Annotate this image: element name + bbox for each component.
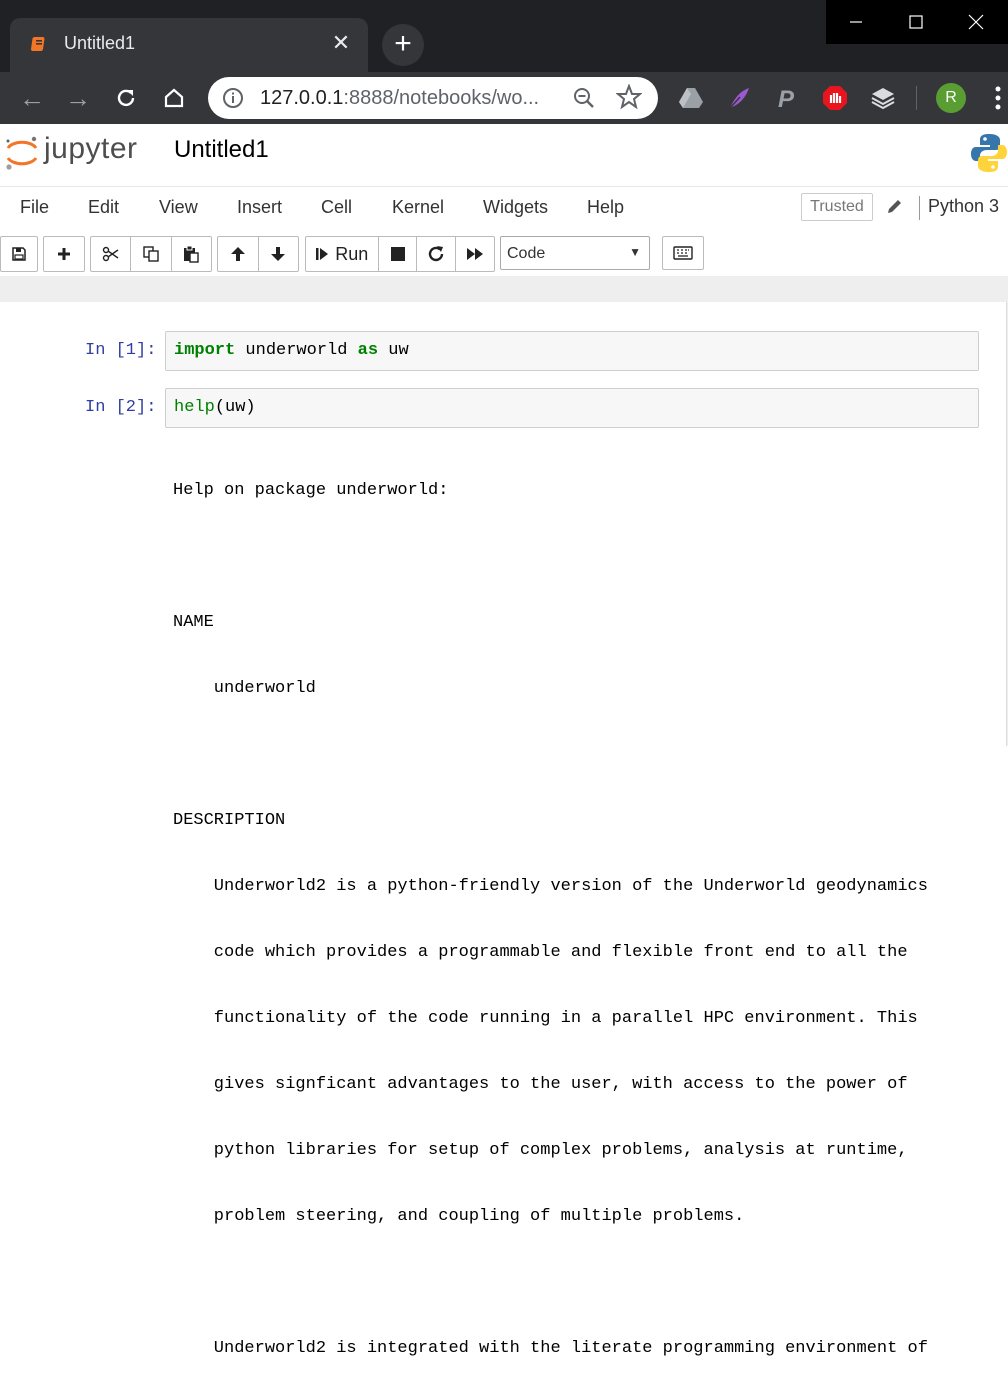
clipboard-group xyxy=(90,236,212,272)
svg-text:P: P xyxy=(778,86,795,111)
cell-1-prompt: In [1]: xyxy=(85,341,157,360)
builtin-help: help xyxy=(174,398,215,417)
layers-extension-icon[interactable] xyxy=(870,85,896,111)
close-tab-icon[interactable]: ✕ xyxy=(328,30,354,56)
save-icon[interactable] xyxy=(1,237,37,271)
code-module: underworld xyxy=(235,341,358,360)
jupyter-logo-icon[interactable] xyxy=(4,134,40,172)
command-palette-button[interactable] xyxy=(662,236,704,270)
move-up-icon[interactable] xyxy=(218,237,259,271)
move-group xyxy=(217,236,299,272)
output-line: gives signficant advantages to the user,… xyxy=(173,1075,908,1094)
cell-2-output: Help on package underworld: NAME underwo… xyxy=(173,436,928,1382)
drive-extension-icon[interactable] xyxy=(678,85,704,111)
menu-file[interactable]: File xyxy=(20,197,49,218)
menu-view[interactable]: View xyxy=(159,197,198,218)
code-args: (uw) xyxy=(214,398,256,417)
url-text: 127.0.0.1:8888/notebooks/wo... xyxy=(260,87,539,110)
new-tab-button[interactable]: + xyxy=(382,24,424,66)
run-group: Run xyxy=(305,236,495,272)
forward-arrow-icon[interactable]: → xyxy=(62,82,94,114)
run-button[interactable]: Run xyxy=(306,237,379,271)
cell-type-select[interactable]: Code ▼ xyxy=(500,236,650,270)
jupyter-logo-text: jupyter xyxy=(44,132,138,165)
keyword-import: import xyxy=(174,341,236,360)
toolbar-separator xyxy=(916,86,917,110)
close-window-icon[interactable] xyxy=(946,0,1006,44)
profile-avatar[interactable]: R xyxy=(936,83,966,113)
reload-icon[interactable] xyxy=(110,82,142,114)
fast-forward-icon[interactable] xyxy=(456,237,494,271)
output-line: DESCRIPTION xyxy=(173,811,286,830)
info-icon[interactable] xyxy=(222,87,244,109)
code-cell-2-source: help(uw) xyxy=(174,398,256,417)
output-line: Underworld2 is integrated with the liter… xyxy=(173,1339,928,1358)
p-extension-icon[interactable]: P xyxy=(774,85,800,111)
browser-tab[interactable]: Untitled1 ✕ xyxy=(10,18,368,72)
zoom-icon[interactable] xyxy=(572,86,596,110)
browser-toolbar: ← → 127.0.0.1:8888/notebooks/wo... P R xyxy=(0,72,1008,124)
keyword-as: as xyxy=(357,341,379,360)
home-icon[interactable] xyxy=(158,82,190,114)
browser-tab-strip: Untitled1 ✕ + xyxy=(0,0,1008,72)
menu-widgets[interactable]: Widgets xyxy=(483,197,548,218)
output-line: code which provides a programmable and f… xyxy=(173,943,908,962)
kernel-indicator: Python 3 xyxy=(919,196,999,220)
code-cell-2[interactable]: help(uw) xyxy=(165,388,979,428)
output-line: underworld xyxy=(173,679,316,698)
bookmark-star-icon[interactable] xyxy=(616,84,642,110)
minimize-icon[interactable] xyxy=(826,0,886,44)
cut-icon[interactable] xyxy=(91,237,132,271)
url-host: 127.0.0.1 xyxy=(260,87,344,109)
code-cell-1[interactable]: import underworld as uw xyxy=(165,331,979,371)
jupyter-header: jupyter Untitled1 xyxy=(0,124,1008,187)
back-arrow-icon[interactable]: ← xyxy=(16,82,48,114)
output-line: Help on package underworld: xyxy=(173,481,449,500)
move-down-icon[interactable] xyxy=(259,237,299,271)
save-group xyxy=(0,236,38,272)
paste-icon[interactable] xyxy=(172,237,211,271)
output-line: python libraries for setup of complex pr… xyxy=(173,1141,908,1160)
output-line: problem steering, and coupling of multip… xyxy=(173,1207,745,1226)
output-line: functionality of the code running in a p… xyxy=(173,1009,918,1028)
notebook-favicon-icon xyxy=(31,37,45,51)
more-menu-icon[interactable] xyxy=(994,84,1002,112)
copy-icon[interactable] xyxy=(131,237,172,271)
keyboard-icon xyxy=(673,246,693,260)
window-controls xyxy=(826,0,1008,44)
menu-help[interactable]: Help xyxy=(587,197,624,218)
stop-icon[interactable] xyxy=(379,237,418,271)
code-alias: uw xyxy=(378,341,409,360)
cell-type-value: Code xyxy=(507,245,546,262)
restart-icon[interactable] xyxy=(417,237,457,271)
code-cell-1-source: import underworld as uw xyxy=(174,341,409,360)
output-line: Underworld2 is a python-friendly version… xyxy=(173,877,928,896)
url-path: :8888/notebooks/wo... xyxy=(343,87,540,109)
adblock-extension-icon[interactable] xyxy=(822,85,848,111)
python-logo-icon xyxy=(971,134,1007,172)
step-forward-icon xyxy=(316,248,329,260)
notebook-title[interactable]: Untitled1 xyxy=(174,136,269,164)
quill-extension-icon[interactable] xyxy=(726,85,752,111)
menu-cell[interactable]: Cell xyxy=(321,197,352,218)
dropdown-arrow-icon: ▼ xyxy=(629,245,641,259)
menu-edit[interactable]: Edit xyxy=(88,197,119,218)
trusted-indicator[interactable]: Trusted xyxy=(801,193,873,221)
tab-title: Untitled1 xyxy=(64,33,136,53)
insert-group xyxy=(43,236,85,272)
menu-kernel[interactable]: Kernel xyxy=(392,197,444,218)
pencil-icon[interactable] xyxy=(886,197,904,215)
output-line: NAME xyxy=(173,613,214,632)
cell-2-prompt: In [2]: xyxy=(85,398,157,417)
maximize-icon[interactable] xyxy=(886,0,946,44)
insert-cell-icon[interactable] xyxy=(44,237,84,271)
run-label: Run xyxy=(335,243,369,264)
menu-insert[interactable]: Insert xyxy=(237,197,282,218)
address-bar[interactable]: 127.0.0.1:8888/notebooks/wo... xyxy=(208,77,658,119)
